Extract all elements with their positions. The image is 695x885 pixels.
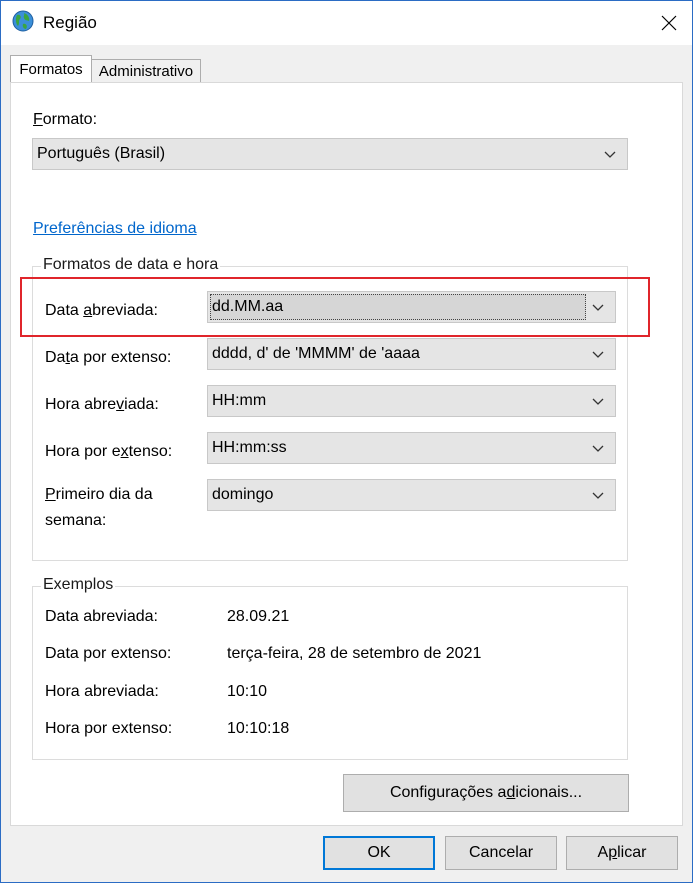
region-dialog: Região Formatos Administrativo Formato: …: [0, 0, 693, 883]
format-select-value: Português (Brasil): [37, 145, 166, 162]
additional-settings-button[interactable]: Configurações a d icionais...: [343, 774, 629, 812]
first-day-value: domingo: [212, 486, 274, 503]
title-bar: Região: [1, 1, 692, 45]
chevron-down-icon: [592, 351, 604, 358]
chevron-down-icon: [592, 445, 604, 452]
example-short-date-label: Data abreviada:: [45, 608, 158, 625]
first-day-select[interactable]: domingo: [207, 479, 616, 511]
chevron-down-icon: [592, 398, 604, 405]
tab-formatos[interactable]: Formatos: [10, 55, 92, 82]
example-short-time-value: 10:10: [227, 683, 268, 700]
example-long-date-value: terça-feira, 28 de setembro de 2021: [227, 645, 482, 662]
long-time-value: HH:mm:ss: [212, 439, 287, 456]
long-date-value: dddd, d' de 'MMMM' de 'aaaa: [212, 345, 420, 362]
language-preferences-link[interactable]: Preferências de idioma: [33, 220, 197, 238]
date-time-group-title: Formatos de data e hora: [41, 256, 221, 274]
long-date-select[interactable]: dddd, d' de 'MMMM' de 'aaaa: [207, 338, 616, 370]
examples-group-title: Exemplos: [41, 576, 116, 594]
short-time-value: HH:mm: [212, 392, 267, 409]
globe-icon: [12, 10, 34, 32]
cancel-button[interactable]: Cancelar: [445, 836, 557, 870]
long-date-label: Data por extenso:: [45, 349, 172, 366]
highlight-annotation: [20, 277, 650, 337]
format-select[interactable]: Português (Brasil): [32, 138, 628, 170]
apply-button[interactable]: Ap licar: [566, 836, 678, 870]
format-label: Formato:: [33, 111, 98, 128]
example-short-date-value: 28.09.21: [227, 608, 290, 625]
long-time-label: Hora por extenso:: [45, 443, 173, 460]
first-day-label-line2: semana:: [45, 512, 107, 529]
example-long-time-value: 10:10:18: [227, 720, 290, 737]
first-day-label: Primeiro dia da: [45, 486, 153, 503]
ok-button[interactable]: OK: [323, 836, 435, 870]
short-time-select[interactable]: HH:mm: [207, 385, 616, 417]
example-long-time-label: Hora por extenso:: [45, 720, 173, 737]
window-title: Região: [43, 13, 97, 32]
example-long-date-label: Data por extenso:: [45, 645, 172, 662]
short-time-label: Hora abreviada:: [45, 396, 159, 413]
tab-administrativo[interactable]: Administrativo: [92, 59, 201, 82]
close-icon: [661, 15, 677, 31]
long-time-select[interactable]: HH:mm:ss: [207, 432, 616, 464]
formats-panel: Formato: Português (Brasil) Preferências…: [10, 82, 683, 826]
chevron-down-icon: [604, 151, 616, 158]
chevron-down-icon: [592, 492, 604, 499]
example-short-time-label: Hora abreviada:: [45, 683, 159, 700]
close-button[interactable]: [646, 1, 692, 45]
